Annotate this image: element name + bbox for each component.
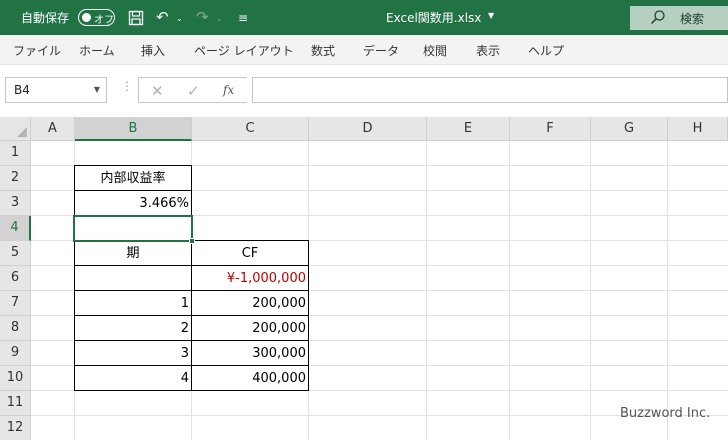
cell-c6[interactable]: ¥-1,000,000	[192, 266, 308, 291]
column-header-f[interactable]: F	[510, 117, 591, 141]
cell-c8[interactable]: 200,000	[192, 316, 308, 341]
cell-c7[interactable]: 200,000	[192, 291, 308, 316]
tab-help[interactable]: ヘルプ	[528, 42, 564, 59]
title-dropdown-icon[interactable]: ▼	[488, 11, 494, 20]
row-header-11[interactable]: 11	[0, 391, 31, 416]
customize-toolbar-icon[interactable]: ≡	[238, 9, 248, 27]
cell-b2[interactable]: 内部収益率	[75, 166, 191, 191]
row-header-9[interactable]: 9	[0, 341, 31, 366]
search-box[interactable]: 検索	[630, 6, 728, 30]
cell-b8[interactable]: 2	[75, 316, 191, 341]
column-header-a[interactable]: A	[31, 117, 75, 141]
spreadsheet-grid: A B C D E F G H 1 2 3 4 5 6 7 8 9 10 11 …	[0, 117, 728, 440]
cell-c5[interactable]: CF	[192, 241, 308, 266]
column-header-e[interactable]: E	[427, 117, 510, 141]
select-all-icon	[17, 127, 27, 137]
cancel-icon[interactable]: ✕	[151, 82, 164, 100]
name-box-dropdown-icon[interactable]: ▼	[94, 85, 100, 94]
enter-icon[interactable]: ✓	[187, 82, 200, 100]
row-header-7[interactable]: 7	[0, 291, 31, 316]
row-header-2[interactable]: 2	[0, 166, 31, 191]
title-bar: 自動保存 オフ ↶ ⌄ ↷ ⌄ ≡ Excel関数用.xlsx ▼ 検索	[0, 0, 728, 35]
autosave-state: オフ	[94, 15, 114, 26]
select-all-button[interactable]	[0, 117, 31, 141]
row-header-8[interactable]: 8	[0, 316, 31, 341]
row-header-5[interactable]: 5	[0, 241, 31, 266]
column-header-d[interactable]: D	[309, 117, 427, 141]
row-header-10[interactable]: 10	[0, 366, 31, 391]
cell-b5[interactable]: 期	[75, 241, 191, 266]
column-header-c[interactable]: C	[192, 117, 309, 141]
column-header-h[interactable]: H	[668, 117, 728, 141]
column-header-b[interactable]: B	[75, 117, 192, 141]
redo-dropdown-icon[interactable]: ⌄	[216, 10, 223, 28]
formula-bar-grip-icon: ⋮	[121, 79, 133, 93]
search-label: 検索	[680, 12, 705, 26]
cell-c9[interactable]: 300,000	[192, 341, 308, 366]
search-icon	[650, 10, 665, 25]
row-header-12[interactable]: 12	[0, 416, 31, 440]
cell-b3[interactable]: 3.466%	[75, 191, 191, 216]
formula-input[interactable]	[252, 77, 728, 103]
cell-b10[interactable]: 4	[75, 366, 191, 391]
document-title: Excel関数用.xlsx	[386, 11, 482, 25]
row-header-1[interactable]: 1	[0, 141, 31, 166]
formula-bar: B4 ▼ ⋮ ✕ ✓ fx	[0, 65, 728, 117]
watermark: Buzzword Inc.	[620, 406, 711, 421]
undo-dropdown-icon[interactable]: ⌄	[176, 10, 183, 28]
tab-view[interactable]: 表示	[476, 42, 500, 59]
name-box[interactable]: B4 ▼	[5, 77, 107, 103]
cell-b7[interactable]: 1	[75, 291, 191, 316]
row-header-3[interactable]: 3	[0, 191, 31, 216]
name-box-value: B4	[14, 83, 30, 97]
save-icon[interactable]	[128, 10, 144, 26]
cell-b9[interactable]: 3	[75, 341, 191, 366]
redo-icon[interactable]: ↷	[196, 8, 209, 26]
ribbon-tabs: ファイル ホーム 挿入 ページ レイアウト 数式 データ 校閲 表示 ヘルプ	[0, 35, 728, 65]
formula-buttons: ✕ ✓ fx	[138, 77, 247, 103]
active-cell-b4[interactable]	[73, 215, 195, 244]
undo-icon[interactable]: ↶	[156, 8, 169, 26]
cell-c10[interactable]: 400,000	[192, 366, 308, 391]
autosave-toggle[interactable]: オフ	[78, 9, 115, 26]
insert-function-icon[interactable]: fx	[223, 83, 234, 97]
autosave-label: 自動保存	[21, 11, 70, 25]
tab-formulas[interactable]: 数式	[311, 42, 335, 59]
row-header-6[interactable]: 6	[0, 266, 31, 291]
tab-insert[interactable]: 挿入	[141, 42, 165, 59]
tab-review[interactable]: 校閲	[423, 42, 447, 59]
tab-home[interactable]: ホーム	[79, 42, 115, 59]
tab-data[interactable]: データ	[363, 42, 399, 59]
tab-page-layout[interactable]: ページ レイアウト	[194, 42, 294, 59]
tab-file[interactable]: ファイル	[13, 42, 61, 59]
column-header-g[interactable]: G	[591, 117, 668, 141]
row-header-4[interactable]: 4	[0, 216, 31, 241]
toggle-knob	[82, 13, 91, 22]
fill-handle[interactable]	[189, 238, 195, 244]
